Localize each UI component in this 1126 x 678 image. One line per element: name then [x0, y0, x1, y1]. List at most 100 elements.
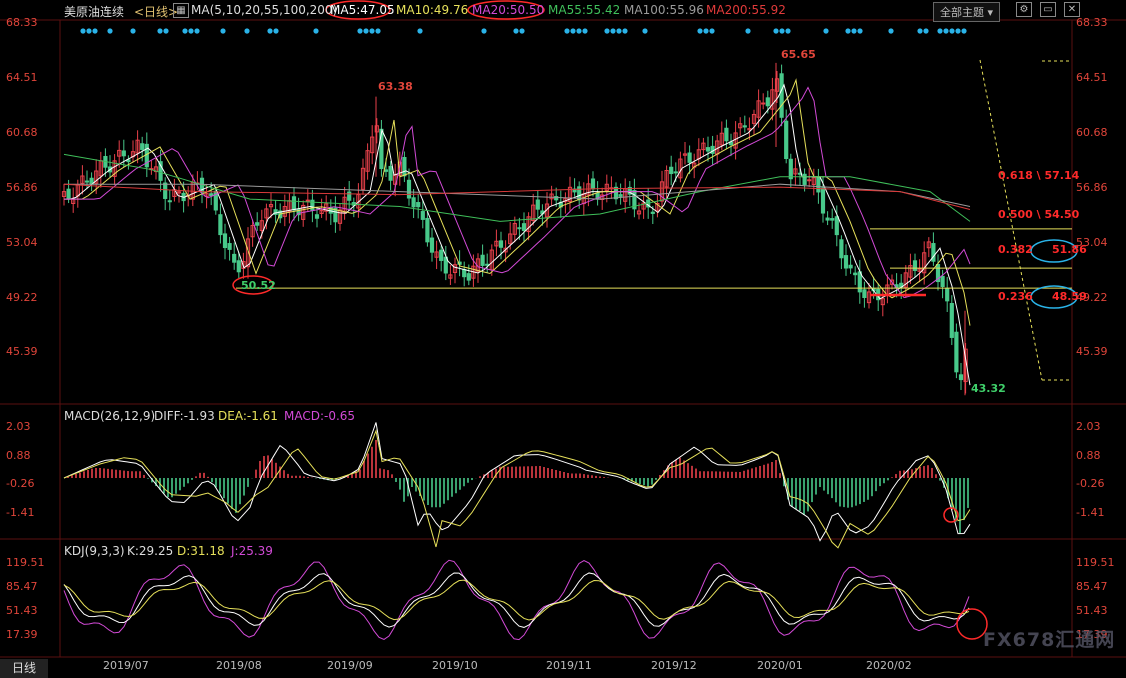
ma100-value: MA100:55.96 [624, 3, 704, 17]
price-axis-label: 56.86 [6, 180, 38, 194]
low-label-43: 43.32 [971, 382, 1006, 395]
macd-axis-label: 2.03 [1076, 420, 1101, 433]
price-axis-label: 60.68 [1076, 125, 1108, 139]
signal-dot [851, 28, 857, 34]
candle-body [940, 275, 945, 288]
macd-dea: DEA:-1.61 [218, 409, 278, 423]
candle-body [406, 179, 412, 199]
candle-body [650, 211, 655, 214]
close-icon[interactable]: ✕ [1064, 2, 1080, 17]
price-axis-label: 60.68 [6, 125, 38, 139]
macd-dea-line [63, 429, 971, 549]
signal-dot [369, 28, 375, 34]
signal-dot [86, 28, 92, 34]
candle-body [853, 272, 858, 276]
candle-body [949, 303, 954, 338]
signal-dot [188, 28, 194, 34]
macd-axis-label: 0.88 [6, 448, 31, 462]
candle-body [140, 143, 145, 150]
macd-axis-label: -0.26 [1076, 477, 1105, 491]
signal-dot [357, 28, 363, 34]
x-axis-label: 2019/08 [216, 659, 262, 672]
ma55-value: MA55:55.42 [548, 3, 621, 17]
candle-body [590, 178, 596, 190]
signal-dot [961, 28, 967, 34]
signal-dot [857, 28, 863, 34]
fib-0236-label: 0.236 48.59 [998, 290, 1087, 303]
ma10-line [64, 78, 971, 326]
kdj-d-line [63, 579, 970, 621]
signal-dot [130, 28, 136, 34]
signal-dot [823, 28, 829, 34]
candle-body [480, 254, 485, 266]
candle-body [784, 120, 789, 159]
signal-dot [107, 28, 113, 34]
candle-body [273, 209, 278, 215]
price-axis-label: 45.39 [1076, 345, 1108, 359]
signal-dot [220, 28, 226, 34]
settings-icon[interactable]: ⚙ [1016, 2, 1032, 17]
candle-body [121, 150, 126, 157]
candle-body [802, 173, 807, 185]
kdj-k-line [63, 572, 970, 628]
candle-body [84, 180, 90, 183]
period-tab[interactable]: 日线 [0, 659, 48, 678]
macd-axis-label: -0.26 [6, 477, 35, 491]
kdj-axis-label: 119.51 [6, 556, 45, 569]
ma5-value: MA5:47.05 [330, 3, 395, 17]
signal-dot [576, 28, 582, 34]
macd-diff: DIFF:-1.93 [154, 409, 215, 423]
candle-body [255, 222, 260, 226]
signal-dot [80, 28, 86, 34]
price-axis-label: 53.04 [6, 235, 38, 249]
candle-body [236, 260, 241, 273]
signal-dot [955, 28, 961, 34]
watermark: FX678汇通网 [983, 629, 1116, 651]
ma5-line [64, 83, 971, 386]
candle-body [618, 194, 623, 197]
x-axis-label: 2019/11 [546, 659, 592, 672]
signal-dot [745, 28, 751, 34]
signal-dot [92, 28, 98, 34]
candle-body [466, 273, 471, 281]
candle-body [402, 157, 407, 177]
signal-dot [604, 28, 610, 34]
kdj-axis-label: 85.47 [6, 579, 38, 593]
macd-diff-line [63, 422, 971, 542]
ma200-value: MA200:55.92 [706, 3, 786, 17]
signal-dot [610, 28, 616, 34]
macd-axis-label: 0.88 [1076, 448, 1101, 462]
kdj-d: D:31.18 [177, 544, 225, 558]
chart-type-icon[interactable]: ▦ [173, 3, 189, 18]
price-axis-label: 49.22 [6, 290, 38, 304]
signal-dot [949, 28, 955, 34]
signal-dot [157, 28, 163, 34]
theme-dropdown-button[interactable]: 全部主题 ▾ [933, 2, 1001, 22]
candle-body [820, 187, 826, 214]
signal-dot [917, 28, 923, 34]
minimize-icon[interactable]: ▭ [1040, 2, 1056, 17]
ma-params[interactable]: MA(5,10,20,55,100,200) [191, 3, 337, 17]
price-chart-canvas[interactable] [0, 0, 1126, 678]
candle-body [347, 191, 352, 201]
candle-body [517, 227, 522, 230]
candle-body [222, 233, 228, 249]
symbol-title: 美原油连续 [64, 5, 125, 19]
candle-body [232, 253, 237, 263]
candle-body [535, 199, 540, 210]
candle-body [779, 73, 784, 118]
x-axis-label: 2019/07 [103, 659, 149, 672]
signal-dot [481, 28, 487, 34]
macd-axis-label: 2.03 [6, 420, 31, 433]
high-label-63: 63.38 [378, 80, 413, 93]
ma20-line [64, 86, 971, 299]
signal-dot [845, 28, 851, 34]
signal-dot [709, 28, 715, 34]
signal-dot [570, 28, 576, 34]
kdj-params[interactable]: KDJ(9,3,3) [64, 544, 125, 558]
macd-params[interactable]: MACD(26,12,9) [64, 409, 155, 423]
signal-dot [622, 28, 628, 34]
candle-body [673, 171, 678, 174]
signal-dot [697, 28, 703, 34]
signal-dot [194, 28, 200, 34]
